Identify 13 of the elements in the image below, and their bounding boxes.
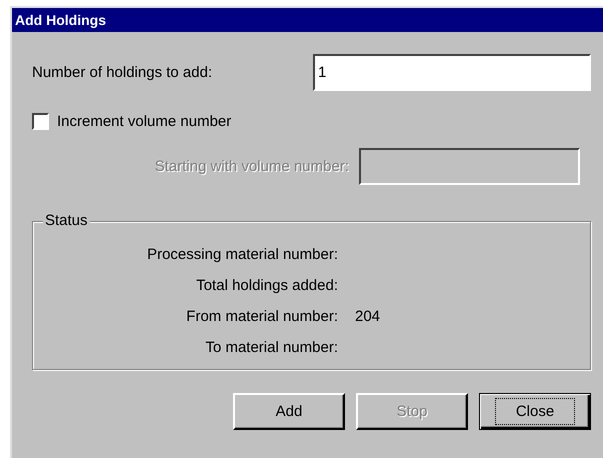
status-label: From material number: <box>185 308 338 325</box>
dialog-button[interactable]: Close <box>479 393 591 430</box>
holdings-input-field[interactable]: 1 <box>313 54 591 91</box>
checkbox-label: Increment volume number <box>57 113 232 130</box>
window-title: Add Holdings <box>12 8 603 32</box>
status-label: To material number: <box>204 339 338 356</box>
status-label: Processing material number: <box>146 246 338 263</box>
checkbox[interactable] <box>32 113 49 130</box>
field-label: Starting with volume number: <box>154 158 350 175</box>
status-value: 204 <box>355 308 380 325</box>
status-label: Total holdings added: <box>195 277 338 294</box>
dialog-button[interactable]: Add <box>233 393 345 430</box>
field-label: Number of holdings to add: <box>32 64 214 81</box>
